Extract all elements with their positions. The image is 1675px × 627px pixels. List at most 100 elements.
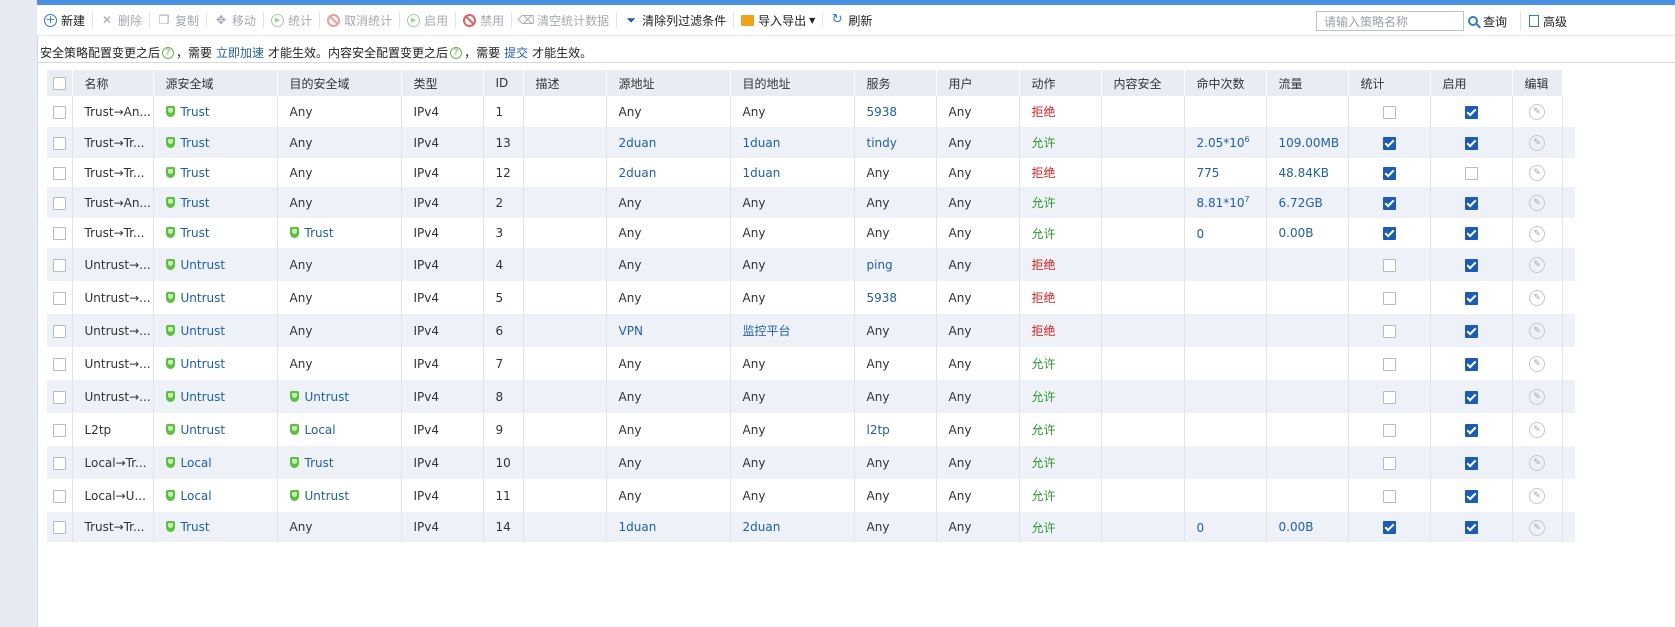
row-checkbox[interactable] xyxy=(52,521,66,534)
cell-src_zone-link[interactable]: Untrust xyxy=(181,390,226,404)
enabled-checkbox[interactable] xyxy=(1464,489,1478,503)
enabled-checkbox[interactable] xyxy=(1464,324,1478,338)
column-header[interactable]: 编辑 xyxy=(1512,70,1563,96)
table-row[interactable]: Trust→Tr... Trust Trust IPv4 3 Any Any Any Any 允许… xyxy=(47,218,1575,248)
column-header[interactable]: ID xyxy=(483,70,524,96)
copy-button[interactable]: ❐ 复制 xyxy=(150,8,206,32)
cell-src_zone-link[interactable]: Trust xyxy=(181,166,210,180)
edit-icon[interactable]: ✎ xyxy=(1529,225,1545,242)
cell-src_zone-link[interactable]: Local xyxy=(181,489,212,503)
edit-icon[interactable]: ✎ xyxy=(1529,455,1545,471)
table-row[interactable]: Trust→Tr... Trust Any IPv4 13 2duan 1duan tindy… xyxy=(47,127,1575,158)
cell-src_zone-link[interactable]: Trust xyxy=(181,226,210,240)
stats-checkbox[interactable] xyxy=(1382,166,1396,180)
cell-dst_zone-link[interactable]: Untrust xyxy=(305,390,350,404)
select-all-checkbox[interactable] xyxy=(52,77,66,90)
cell-dst_addr-text[interactable]: 1duan xyxy=(743,136,781,150)
row-checkbox[interactable] xyxy=(52,456,66,470)
enabled-checkbox[interactable] xyxy=(1464,136,1478,150)
row-checkbox[interactable] xyxy=(52,423,66,437)
row-checkbox[interactable] xyxy=(52,489,66,503)
clear-filters-button[interactable]: ⏷ 清除列过滤条件 xyxy=(617,8,733,32)
edit-icon[interactable]: ✎ xyxy=(1529,135,1545,151)
column-header[interactable]: 目的地址 xyxy=(730,70,855,96)
table-row[interactable]: Trust→An... Trust Any IPv4 2 Any Any Any Any 允许 8.… xyxy=(47,187,1575,218)
cell-src_addr-text[interactable]: 1duan xyxy=(619,520,657,534)
enabled-checkbox[interactable] xyxy=(1464,291,1478,305)
column-header[interactable]: 命中次数 xyxy=(1184,70,1267,96)
cell-src_addr-text[interactable]: 2duan xyxy=(619,166,657,180)
enabled-checkbox[interactable] xyxy=(1464,196,1478,210)
table-row[interactable]: Local→U... Local Untrust IPv4 11 Any Any Any Any… xyxy=(47,479,1575,512)
edit-icon[interactable]: ✎ xyxy=(1529,356,1545,372)
column-header[interactable]: 内容安全 xyxy=(1101,70,1185,96)
column-header[interactable]: 统计 xyxy=(1348,70,1431,96)
cell-src_zone-link[interactable]: Untrust xyxy=(181,258,226,272)
cell-traffic-text[interactable]: 48.84KB xyxy=(1279,166,1329,180)
enabled-checkbox[interactable] xyxy=(1464,423,1478,437)
row-checkbox[interactable] xyxy=(52,196,66,210)
refresh-button[interactable]: ↻ 刷新 xyxy=(823,8,879,32)
cell-dst_zone-link[interactable]: Trust xyxy=(305,456,334,470)
enabled-checkbox[interactable] xyxy=(1464,357,1478,371)
cell-src_zone-link[interactable]: Trust xyxy=(181,105,210,119)
enable-button[interactable]: ▶ 启用 xyxy=(400,8,455,32)
cell-service-text[interactable]: 5938 xyxy=(867,105,898,119)
column-header[interactable]: 服务 xyxy=(854,70,937,96)
enabled-checkbox[interactable] xyxy=(1464,105,1478,119)
cell-src_addr-text[interactable]: 2duan xyxy=(619,136,657,150)
stats-checkbox[interactable] xyxy=(1382,456,1396,470)
table-row[interactable]: Local→Tr... Local Trust IPv4 10 Any Any Any Any 允… xyxy=(47,446,1575,479)
stats-checkbox[interactable] xyxy=(1382,390,1396,404)
cell-service-text[interactable]: 5938 xyxy=(867,291,898,305)
enabled-checkbox[interactable] xyxy=(1464,456,1478,470)
cell-dst_zone-link[interactable]: Untrust xyxy=(305,489,350,503)
column-header[interactable]: 类型 xyxy=(401,70,484,96)
column-header[interactable]: 名称 xyxy=(72,70,154,96)
row-checkbox[interactable] xyxy=(52,291,66,305)
cell-dst_addr-text[interactable]: 2duan xyxy=(743,520,781,534)
row-checkbox[interactable] xyxy=(52,166,66,180)
cell-src_zone-link[interactable]: Trust xyxy=(181,520,210,534)
enabled-checkbox[interactable] xyxy=(1464,166,1478,180)
cell-service-text[interactable]: ping xyxy=(867,258,893,272)
edit-icon[interactable]: ✎ xyxy=(1529,104,1545,120)
table-row[interactable]: Untrust→... Untrust Any IPv4 6 VPN 监控平台 Any Any 拒… xyxy=(47,314,1575,347)
cell-src_zone-link[interactable]: Trust xyxy=(181,196,210,210)
table-row[interactable]: Trust→Tr... Trust Any IPv4 12 2duan 1duan Any An… xyxy=(47,158,1575,187)
accelerate-link[interactable]: 立即加速 xyxy=(216,44,264,61)
stats-checkbox[interactable] xyxy=(1382,227,1396,240)
stats-checkbox[interactable] xyxy=(1382,136,1396,150)
help-icon[interactable]: ? xyxy=(162,46,175,59)
column-header[interactable]: 目的安全域 xyxy=(277,70,402,96)
cell-src_zone-link[interactable]: Untrust xyxy=(181,423,226,437)
table-row[interactable]: Untrust→... Untrust Untrust IPv4 8 Any Any Any A… xyxy=(47,380,1575,413)
stats-checkbox[interactable] xyxy=(1382,105,1396,119)
edit-icon[interactable]: ✎ xyxy=(1529,488,1545,504)
row-checkbox[interactable] xyxy=(52,258,66,272)
stats-checkbox[interactable] xyxy=(1382,196,1396,210)
stats-checkbox[interactable] xyxy=(1382,423,1396,437)
edit-icon[interactable]: ✎ xyxy=(1529,257,1545,273)
column-header[interactable]: 源安全域 xyxy=(153,70,278,96)
stats-button[interactable]: ▶ 统计 xyxy=(264,8,319,32)
row-checkbox[interactable] xyxy=(52,227,66,240)
cell-service-text[interactable]: tindy xyxy=(867,136,897,150)
cell-hits-text[interactable]: 0 xyxy=(1197,521,1205,535)
cell-traffic-text[interactable]: 6.72GB xyxy=(1279,196,1323,210)
row-checkbox[interactable] xyxy=(52,357,66,371)
search-input[interactable]: 请输入策略名称 xyxy=(1316,11,1464,31)
new-button[interactable]: + 新建 xyxy=(37,8,92,32)
cell-dst_zone-link[interactable]: Local xyxy=(305,423,336,437)
edit-icon[interactable]: ✎ xyxy=(1529,389,1545,405)
help-icon[interactable]: ? xyxy=(450,46,463,59)
edit-icon[interactable]: ✎ xyxy=(1529,422,1545,438)
stats-checkbox[interactable] xyxy=(1382,291,1396,305)
enabled-checkbox[interactable] xyxy=(1464,521,1478,534)
cell-src_zone-link[interactable]: Local xyxy=(181,456,212,470)
column-header[interactable]: 动作 xyxy=(1019,70,1102,96)
clear-stats-button[interactable]: ⌫ 清空统计数据 xyxy=(512,8,616,32)
cell-src_zone-link[interactable]: Untrust xyxy=(181,291,226,305)
enabled-checkbox[interactable] xyxy=(1464,227,1478,240)
table-row[interactable]: Untrust→... Untrust Any IPv4 4 Any Any ping Any 拒… xyxy=(47,248,1575,281)
